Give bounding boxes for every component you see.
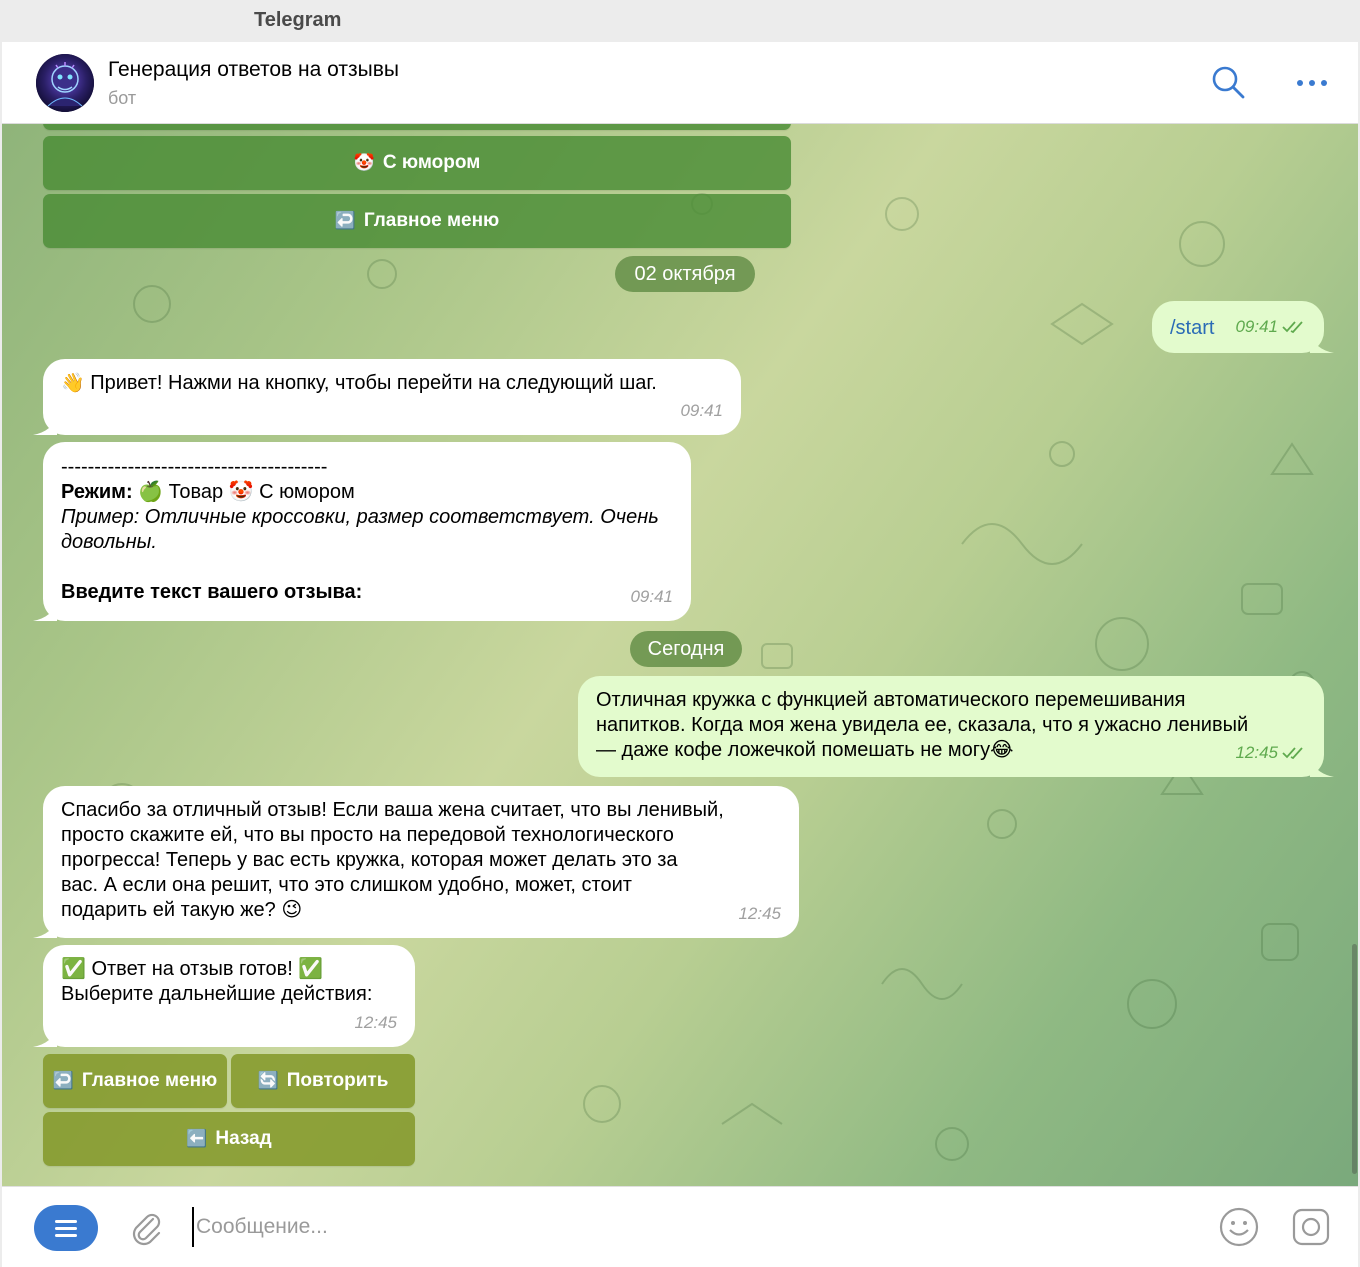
avatar[interactable] — [36, 54, 94, 112]
message-input[interactable] — [192, 1207, 1172, 1247]
message-composer — [2, 1186, 1358, 1267]
incoming-message[interactable]: Спасибо за отличный отзыв! Если ваша жен… — [33, 786, 799, 938]
date-separator: Сегодня — [630, 631, 742, 667]
chat-area[interactable]: 🤡 С юмором ↩️ Главное меню 02 октября /s… — [2, 124, 1358, 1186]
return-arrow-icon: ↩️ — [334, 211, 356, 230]
message-line: Выберите дальнейшие действия: — [61, 983, 373, 1005]
message-time: 12:45 — [738, 904, 781, 923]
message-text: Привет! Нажми на кнопку, чтобы перейти н… — [90, 372, 657, 394]
incoming-message[interactable]: ----------------------------------------… — [33, 442, 691, 621]
message-time: 09:41 — [630, 587, 673, 606]
more-horizontal-icon[interactable] — [1292, 62, 1332, 102]
camera-icon[interactable] — [1290, 1206, 1332, 1248]
message-line: подарить ей такую же? 😉 — [61, 899, 303, 921]
smile-icon[interactable] — [1218, 1206, 1260, 1248]
message-time: 09:41 — [680, 401, 723, 420]
repeat-button[interactable]: 🔄 Повторить — [231, 1054, 415, 1108]
check-mark-icon: ✅ — [61, 958, 86, 980]
command-link[interactable]: /start — [1170, 317, 1214, 339]
green-apple-icon: 🍏 — [138, 481, 164, 503]
incoming-message[interactable]: 👋 Привет! Нажми на кнопку, чтобы перейти… — [33, 359, 741, 435]
search-icon[interactable] — [1208, 62, 1248, 102]
check-mark-icon: ✅ — [298, 958, 324, 980]
window-titlebar: Telegram — [0, 0, 1360, 42]
repeat-icon: 🔄 — [257, 1071, 279, 1090]
date-separator: 02 октября — [615, 256, 755, 292]
back-button-label: Назад — [215, 1128, 272, 1149]
chat-subtitle: бот — [108, 88, 137, 108]
chat-header: Генерация ответов на отзывы бот — [2, 42, 1358, 124]
double-check-icon — [1282, 746, 1303, 759]
message-line: напитков. Когда моя жена увидела ее, ска… — [596, 714, 1249, 736]
message-time: 12:45 — [1235, 740, 1306, 765]
outgoing-message[interactable]: /start 09:41 — [1152, 301, 1334, 353]
menu-icon[interactable] — [34, 1205, 98, 1251]
example-line-2: довольны. — [61, 531, 157, 553]
message-line: просто скажите ей, что вы просто на пере… — [61, 824, 674, 846]
humor-button[interactable]: 🤡 С юмором — [43, 136, 791, 190]
outgoing-message[interactable]: Отличная кружка с функцией автоматическо… — [578, 676, 1334, 777]
app-title: Telegram — [254, 9, 342, 31]
waving-hand-icon: 👋 — [61, 373, 85, 394]
message-line: прогресса! Теперь у вас есть кружка, кот… — [61, 849, 678, 871]
main-menu-button-label: Главное меню — [81, 1070, 218, 1091]
prompt-text: Введите текст вашего отзыва: — [61, 581, 363, 603]
return-arrow-icon: ↩️ — [52, 1071, 74, 1090]
double-check-icon — [1282, 320, 1303, 333]
message-line: ✅ Ответ на отзыв готов! ✅ — [61, 958, 324, 980]
message-line: — даже кофе ложечкой помешать не могу😂 — [596, 739, 1014, 761]
back-button[interactable]: ⬅️ Назад — [43, 1112, 415, 1166]
mode-line: Режим: 🍏 Товар 🤡 С юмором — [61, 481, 355, 503]
chat-title: Генерация ответов на отзывы — [108, 58, 399, 81]
message-line: вас. А если она решит, что это слишком у… — [61, 874, 632, 896]
message-time: 09:41 — [1235, 314, 1306, 339]
message-line: Отличная кружка с функцией автоматическо… — [596, 689, 1186, 711]
scrollbar[interactable] — [1352, 944, 1357, 1174]
laughing-icon: 😂 — [990, 739, 1014, 761]
left-arrow-icon: ⬅️ — [186, 1129, 208, 1148]
clown-icon: 🤡 — [228, 481, 254, 503]
winking-icon: 😉 — [281, 899, 303, 921]
repeat-button-label: Повторить — [286, 1070, 389, 1091]
main-menu-button[interactable]: ↩️ Главное меню — [43, 1054, 227, 1108]
main-menu-button-label: Главное меню — [363, 210, 500, 231]
incoming-message[interactable]: ✅ Ответ на отзыв готов! ✅ Выберите дальн… — [33, 945, 415, 1047]
main-menu-button-top[interactable]: ↩️ Главное меню — [43, 194, 791, 248]
message-time: 12:45 — [354, 1013, 397, 1032]
paperclip-icon[interactable] — [126, 1207, 166, 1247]
message-line: Спасибо за отличный отзыв! Если ваша жен… — [61, 799, 724, 821]
example-line-1: Пример: Отличные кроссовки, размер соотв… — [61, 506, 659, 528]
keyboard-button-hidden — [43, 124, 791, 130]
humor-button-label: С юмором — [382, 152, 481, 173]
clown-icon: 🤡 — [353, 153, 375, 172]
divider-line: ---------------------------------------- — [61, 456, 328, 478]
